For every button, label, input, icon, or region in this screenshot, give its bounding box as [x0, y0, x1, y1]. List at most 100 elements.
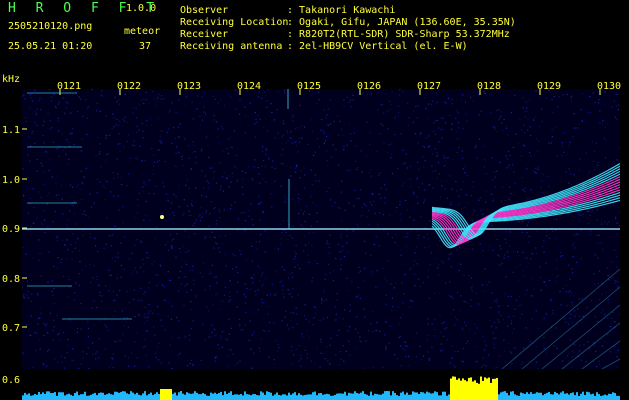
noise-speck [98, 338, 100, 340]
noise-speck [322, 130, 324, 132]
noise-speck [569, 290, 571, 292]
noise-speck [81, 138, 83, 140]
noise-speck [323, 288, 325, 290]
power-bar [58, 392, 60, 400]
noise-speck [505, 231, 508, 233]
noise-speck [176, 316, 178, 318]
noise-speck [321, 299, 323, 301]
noise-speck [552, 230, 554, 232]
noise-speck [419, 286, 421, 288]
noise-speck [355, 145, 357, 147]
noise-speck [450, 188, 453, 190]
noise-speck [505, 155, 507, 157]
noise-speck [261, 165, 263, 167]
antenna-label: Receiving antenna [180, 41, 283, 52]
noise-speck [545, 285, 547, 287]
noise-speck [261, 272, 264, 274]
power-bar [156, 392, 158, 400]
power-burst [452, 376, 454, 400]
noise-speck [606, 334, 608, 336]
noise-speck [465, 113, 467, 115]
noise-speck [261, 97, 263, 99]
noise-speck [214, 360, 217, 362]
noise-speck [377, 109, 379, 111]
noise-speck [239, 360, 241, 362]
noise-speck [575, 261, 577, 263]
noise-speck [97, 284, 99, 286]
noise-speck [264, 91, 266, 93]
noise-speck [201, 96, 203, 98]
noise-speck [42, 363, 44, 365]
noise-speck [113, 315, 115, 317]
power-bar [424, 393, 426, 400]
noise-speck [404, 341, 406, 343]
noise-speck [391, 173, 393, 175]
noise-speck [346, 96, 348, 98]
noise-speck [191, 200, 193, 202]
power-burst [462, 378, 464, 400]
noise-speck [282, 120, 284, 122]
noise-speck [610, 326, 612, 328]
noise-speck [168, 200, 170, 202]
power-bar [416, 392, 418, 400]
noise-speck [283, 269, 286, 271]
noise-speck [209, 236, 211, 238]
noise-speck [599, 110, 601, 112]
noise-speck [484, 268, 486, 270]
noise-speck [96, 279, 98, 281]
noise-speck [296, 164, 298, 166]
noise-speck [396, 358, 399, 360]
noise-speck [24, 297, 26, 299]
power-bar [608, 393, 610, 400]
power-bar [528, 393, 530, 400]
noise-speck [262, 210, 264, 212]
noise-speck [183, 276, 185, 278]
noise-speck [117, 143, 119, 145]
noise-speck [87, 216, 89, 218]
noise-speck [99, 151, 101, 153]
noise-speck [493, 347, 495, 349]
power-bar [196, 392, 198, 400]
noise-speck [293, 142, 295, 144]
noise-speck [522, 251, 524, 253]
power-bar [28, 393, 30, 400]
noise-speck [556, 155, 558, 157]
noise-speck [26, 294, 28, 296]
noise-speck [437, 274, 440, 276]
power-bar [574, 395, 576, 400]
noise-speck [43, 364, 45, 366]
noise-speck [342, 134, 344, 136]
power-burst [474, 380, 476, 400]
power-bar [514, 394, 516, 400]
power-bar [558, 394, 560, 400]
noise-speck [322, 318, 324, 320]
noise-speck [586, 217, 588, 219]
noise-speck [414, 133, 417, 135]
noise-speck [348, 170, 350, 172]
noise-speck [473, 210, 475, 212]
noise-speck [117, 252, 119, 254]
noise-speck [268, 321, 271, 324]
noise-speck [318, 146, 320, 148]
power-bar [360, 392, 362, 400]
power-bar [228, 392, 230, 400]
noise-speck [449, 281, 451, 283]
noise-speck [400, 317, 402, 319]
noise-speck [396, 206, 398, 208]
noise-speck [529, 152, 531, 154]
noise-speck [52, 141, 55, 143]
noise-speck [51, 280, 53, 282]
noise-speck [560, 255, 562, 257]
noise-speck [126, 140, 128, 142]
noise-speck [457, 138, 459, 140]
noise-speck [311, 184, 313, 186]
noise-speck [67, 163, 69, 165]
noise-speck [81, 269, 83, 271]
power-bar [440, 395, 442, 400]
noise-speck [524, 257, 526, 259]
noise-speck [346, 144, 348, 146]
noise-speck [533, 288, 535, 290]
noise-speck [66, 352, 68, 354]
noise-speck [365, 252, 367, 254]
noise-speck [168, 111, 170, 113]
